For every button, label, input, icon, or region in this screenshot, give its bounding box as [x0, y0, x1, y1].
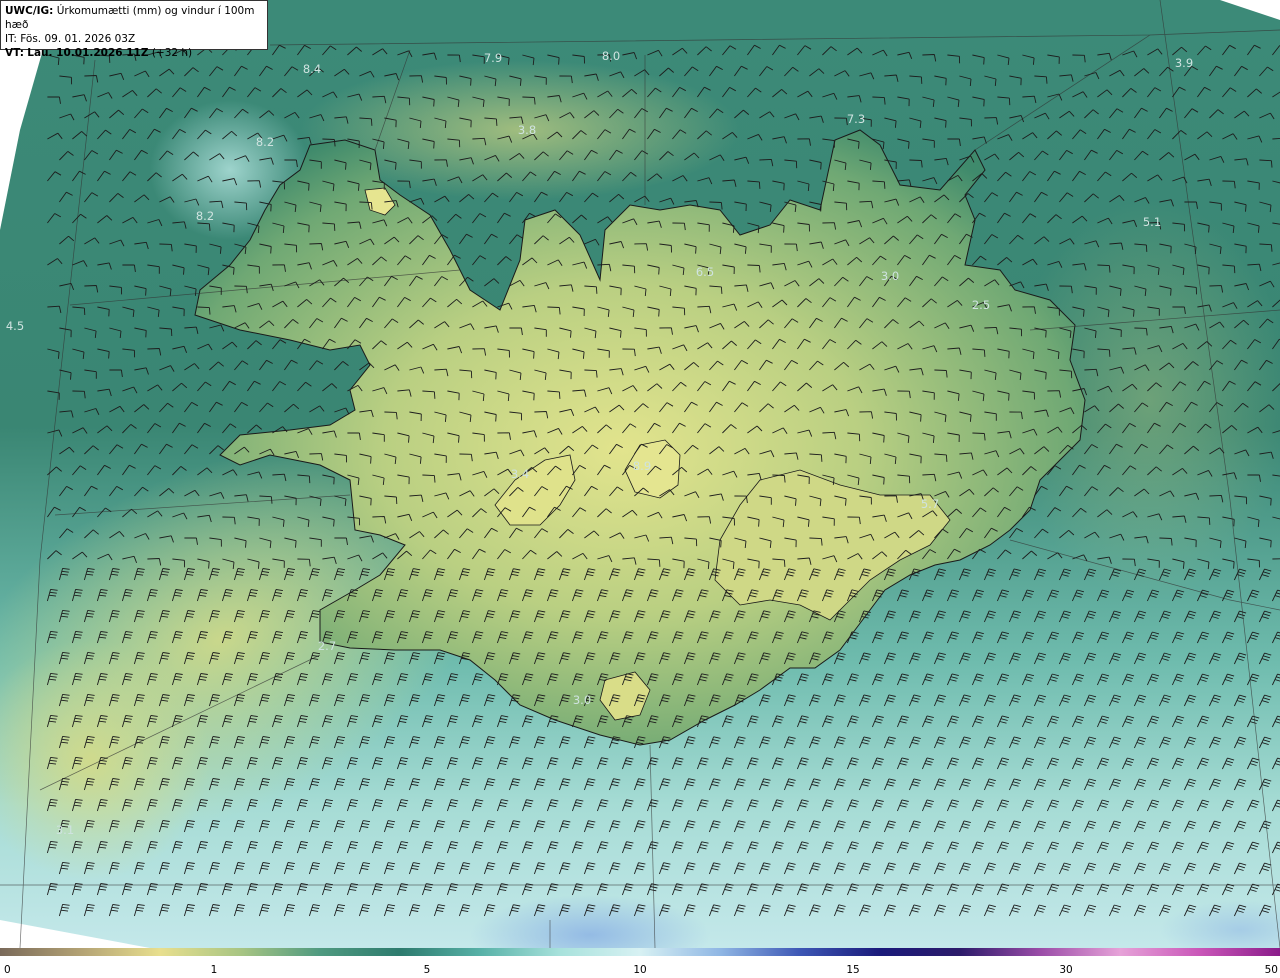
precip-value-label: 7.3	[847, 112, 865, 126]
precip-value-label: 4.5	[6, 319, 24, 333]
colorbar-tick: 10	[633, 964, 647, 976]
precip-value-label: 5.7	[921, 497, 939, 511]
precip-value-label: 8.9	[633, 459, 651, 473]
precip-value-label: 8.2	[196, 209, 214, 223]
precip-value-label: 8.4	[303, 62, 321, 76]
colorbar-tick: 30	[1059, 964, 1073, 976]
precip-value-label: 2.5	[972, 298, 990, 312]
model-name: UWC/IG:	[5, 5, 54, 17]
valid-offset: (+32 h)	[151, 47, 193, 59]
map-info-box: UWC/IG: Úrkomumætti (mm) og vindur í 100…	[0, 0, 268, 59]
precip-value-label: 3.1	[56, 823, 74, 837]
precip-value-label: 8.0	[602, 49, 620, 63]
precip-value-label: 3.9	[1175, 56, 1193, 70]
colorbar-strip	[0, 948, 1280, 956]
precip-value-label: 7.9	[484, 51, 502, 65]
vt-label: VT:	[5, 47, 24, 59]
precip-value-label: 3.4	[511, 467, 529, 481]
colorbar-tick: 50	[1264, 964, 1278, 976]
weather-map: 7.9 8.0 8.4 3.8 8.2 7.3 3.9 5.1 8.2 6.5 3.0 2.5 4.5 8…	[0, 0, 1280, 948]
precip-value-label: 3.0	[881, 269, 899, 283]
init-time: Fös. 09. 01. 2026 03Z	[20, 33, 136, 45]
colorbar-tick: 15	[846, 964, 860, 976]
colorbar-tick: 5	[423, 964, 431, 976]
precip-value-label: 3.0	[573, 693, 591, 707]
valid-time: Lau. 10.01.2026 11Z	[27, 47, 149, 59]
precip-value-label: 8.2	[256, 135, 274, 149]
precip-value-label: 5.1	[1143, 215, 1161, 229]
colorbar: 0 1 5 10 15 30 50	[0, 948, 1280, 978]
it-label: IT:	[5, 33, 17, 45]
precip-value-label: 3.8	[518, 123, 536, 137]
colorbar-tick: 1	[210, 964, 218, 976]
colorbar-tick: 0	[4, 964, 11, 976]
precip-value-label: 6.5	[696, 265, 714, 279]
precip-value-label: 2.7	[318, 639, 336, 653]
